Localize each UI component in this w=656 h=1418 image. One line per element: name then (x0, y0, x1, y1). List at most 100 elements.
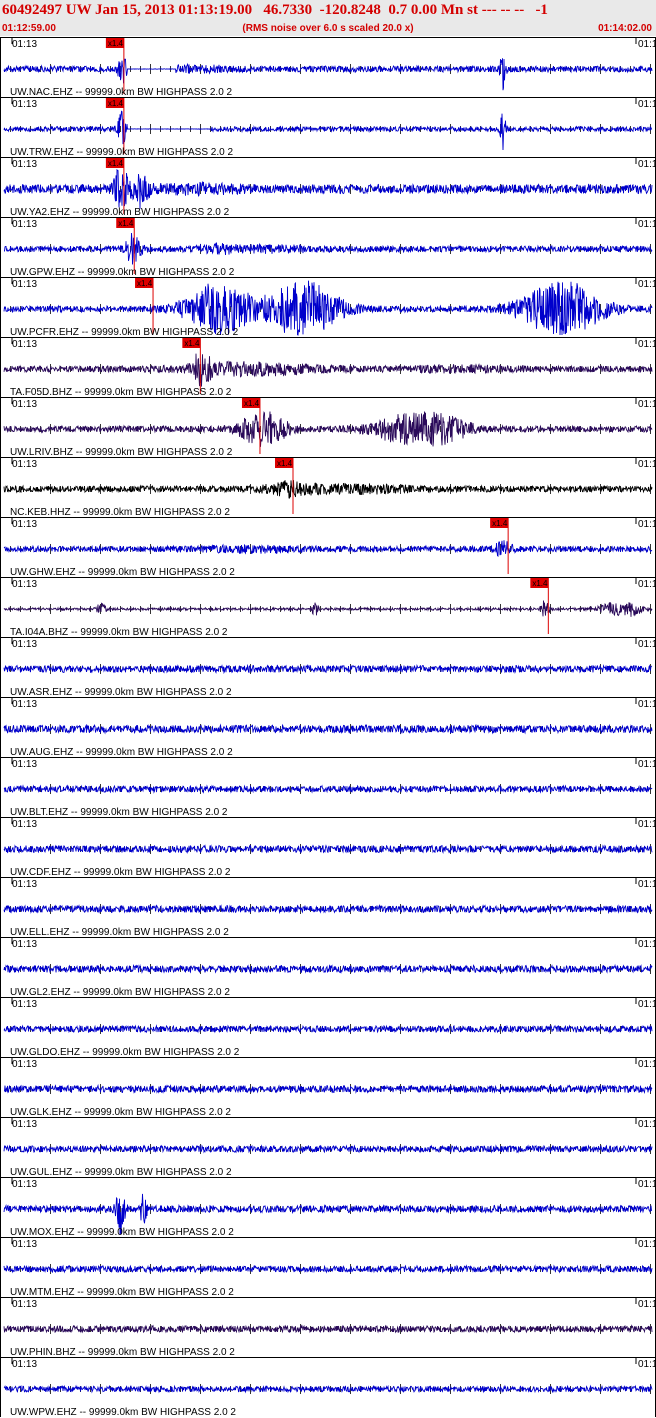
station-label: UW.GLDO.EHZ -- 99999.0km BW HIGHPASS 2.0… (10, 1047, 240, 1058)
waveform (3, 58, 653, 91)
minute-label-right: 01:13 (638, 159, 656, 170)
station-label: UW.GL2.EHZ -- 99999.0km BW HIGHPASS 2.0 … (10, 987, 230, 998)
station-label: UW.MTM.EHZ -- 99999.0km BW HIGHPASS 2.0 … (10, 1287, 234, 1298)
minute-label-left: 01:13 (12, 1359, 37, 1370)
minute-label-left: 01:13 (12, 99, 37, 110)
station-label: UW.TRW.EHZ -- 99999.0km BW HIGHPASS 2.0 … (10, 147, 233, 158)
minute-label-left: 01:13 (12, 639, 37, 650)
waveforms-group (3, 58, 653, 1394)
minute-label-left: 01:13 (12, 39, 37, 50)
station-label: UW.AUG.EHZ -- 99999.0km BW HIGHPASS 2.0 … (10, 747, 233, 758)
station-label: UW.ELL.EHZ -- 99999.0km BW HIGHPASS 2.0 … (10, 927, 229, 938)
minute-label-right: 01:13 (638, 699, 656, 710)
pick-label: x1.4 (118, 219, 134, 228)
waveform (3, 110, 653, 151)
station-label: UW.BLT.EHZ -- 99999.0km BW HIGHPASS 2.0 … (10, 807, 228, 818)
minute-label-left: 01:13 (12, 759, 37, 770)
waveform (3, 411, 653, 447)
minute-label-right: 01:13 (638, 1119, 656, 1130)
waveform (3, 480, 653, 499)
minute-label-right: 01:13 (638, 519, 656, 530)
station-label: TA.F05D.BHZ -- 99999.0km BW HIGHPASS 2.0… (10, 387, 232, 398)
minute-label-right: 01:13 (638, 879, 656, 890)
minute-label-right: 01:13 (638, 579, 656, 590)
minute-label-right: 01:13 (638, 1059, 656, 1070)
station-label: UW.GHW.EHZ -- 99999.0km BW HIGHPASS 2.0 … (10, 567, 235, 578)
waveform (3, 1324, 653, 1334)
station-label: UW.GPW.EHZ -- 99999.0km BW HIGHPASS 2.0 … (10, 267, 235, 278)
station-label: UW.YA2.EHZ -- 99999.0km BW HIGHPASS 2.0 … (10, 207, 230, 218)
station-label: NC.KEB.HHZ -- 99999.0km BW HIGHPASS 2.0 … (10, 507, 230, 518)
minute-label-left: 01:13 (12, 279, 37, 290)
minute-label-right: 01:13 (638, 279, 656, 290)
minute-label-right: 01:13 (638, 399, 656, 410)
minute-label-left: 01:13 (12, 1179, 37, 1190)
waveform (3, 540, 653, 558)
minute-label-left: 01:13 (12, 1299, 37, 1310)
station-label: UW.ASR.EHZ -- 99999.0km BW HIGHPASS 2.0 … (10, 687, 232, 698)
waveform (4, 1083, 653, 1095)
waveform (3, 1384, 653, 1394)
minute-label-right: 01:13 (638, 759, 656, 770)
pick-label: x1.4 (108, 159, 124, 168)
waveform (4, 232, 653, 265)
station-label: UW.WPW.EHZ -- 99999.0km BW HIGHPASS 2.0 … (10, 1407, 236, 1418)
waveform (3, 723, 653, 735)
pick-label: x1.4 (492, 519, 508, 528)
minute-label-right: 01:13 (638, 1239, 656, 1250)
waveform (3, 1144, 653, 1154)
waveform (3, 844, 653, 855)
minute-label-left: 01:13 (12, 1119, 37, 1130)
station-label: UW.LRIV.BHZ -- 99999.0km BW HIGHPASS 2.0… (10, 447, 233, 458)
waveform (3, 663, 653, 675)
pick-label: x1.4 (244, 399, 260, 408)
minute-label-right: 01:13 (638, 1359, 656, 1370)
waveform (3, 1264, 653, 1274)
waveform (3, 904, 653, 915)
minute-label-left: 01:13 (12, 579, 37, 590)
minute-label-left: 01:13 (12, 939, 37, 950)
station-label: TA.I04A.BHZ -- 99999.0km BW HIGHPASS 2.0… (10, 627, 228, 638)
minute-label-left: 01:13 (12, 819, 37, 830)
minute-label-left: 01:13 (12, 519, 37, 530)
station-label: UW.CDF.EHZ -- 99999.0km BW HIGHPASS 2.0 … (10, 867, 231, 878)
waveform (3, 168, 653, 209)
minute-label-left: 01:13 (12, 459, 37, 470)
station-label: UW.NAC.EHZ -- 99999.0km BW HIGHPASS 2.0 … (10, 87, 233, 98)
minute-label-left: 01:13 (12, 1239, 37, 1250)
seismogram-page: 60492497 UW Jan 15, 2013 01:13:19.00 46.… (0, 0, 656, 1418)
pick-label: x1.4 (137, 279, 153, 288)
seismogram-traces: x1.4 x1.4 x1.4 x1.4 x1.4 x1.4 x1.4 x1.4 x1.4 x1.4… (0, 37, 656, 1418)
minute-label-right: 01:13 (638, 39, 656, 50)
waveform (3, 1024, 653, 1034)
minute-label-left: 01:13 (12, 399, 37, 410)
minute-label-right: 01:13 (638, 339, 656, 350)
pick-label: x1.4 (184, 339, 200, 348)
minute-label-right: 01:13 (638, 939, 656, 950)
minute-label-right: 01:13 (638, 999, 656, 1010)
minute-label-left: 01:13 (12, 1059, 37, 1070)
pick-label: x1.4 (277, 459, 293, 468)
minute-label-right: 01:13 (638, 219, 656, 230)
pick-label: x1.4 (108, 99, 124, 108)
minute-label-left: 01:13 (12, 999, 37, 1010)
minute-label-right: 01:13 (638, 459, 656, 470)
minute-label-left: 01:13 (12, 219, 37, 230)
station-label: UW.MOX.EHZ -- 99999.0km BW HIGHPASS 2.0 … (10, 1227, 234, 1238)
minute-label-right: 01:13 (638, 639, 656, 650)
station-label: UW.GLK.EHZ -- 99999.0km BW HIGHPASS 2.0 … (10, 1107, 231, 1118)
station-label: UW.GUL.EHZ -- 99999.0km BW HIGHPASS 2.0 … (10, 1167, 232, 1178)
station-label: UW.PHIN.BHZ -- 99999.0km BW HIGHPASS 2.0… (10, 1347, 235, 1358)
minute-label-left: 01:13 (12, 879, 37, 890)
minute-label-right: 01:13 (638, 1299, 656, 1310)
minute-label-right: 01:13 (638, 99, 656, 110)
pick-label: x1.4 (108, 39, 124, 48)
minute-label-left: 01:13 (12, 339, 37, 350)
pick-label: x1.4 (532, 579, 548, 588)
waveform (3, 963, 653, 974)
waveform (3, 353, 653, 387)
minute-label-left: 01:13 (12, 699, 37, 710)
waveform (3, 784, 653, 794)
minute-label-right: 01:13 (638, 1179, 656, 1190)
waveform (3, 600, 653, 617)
